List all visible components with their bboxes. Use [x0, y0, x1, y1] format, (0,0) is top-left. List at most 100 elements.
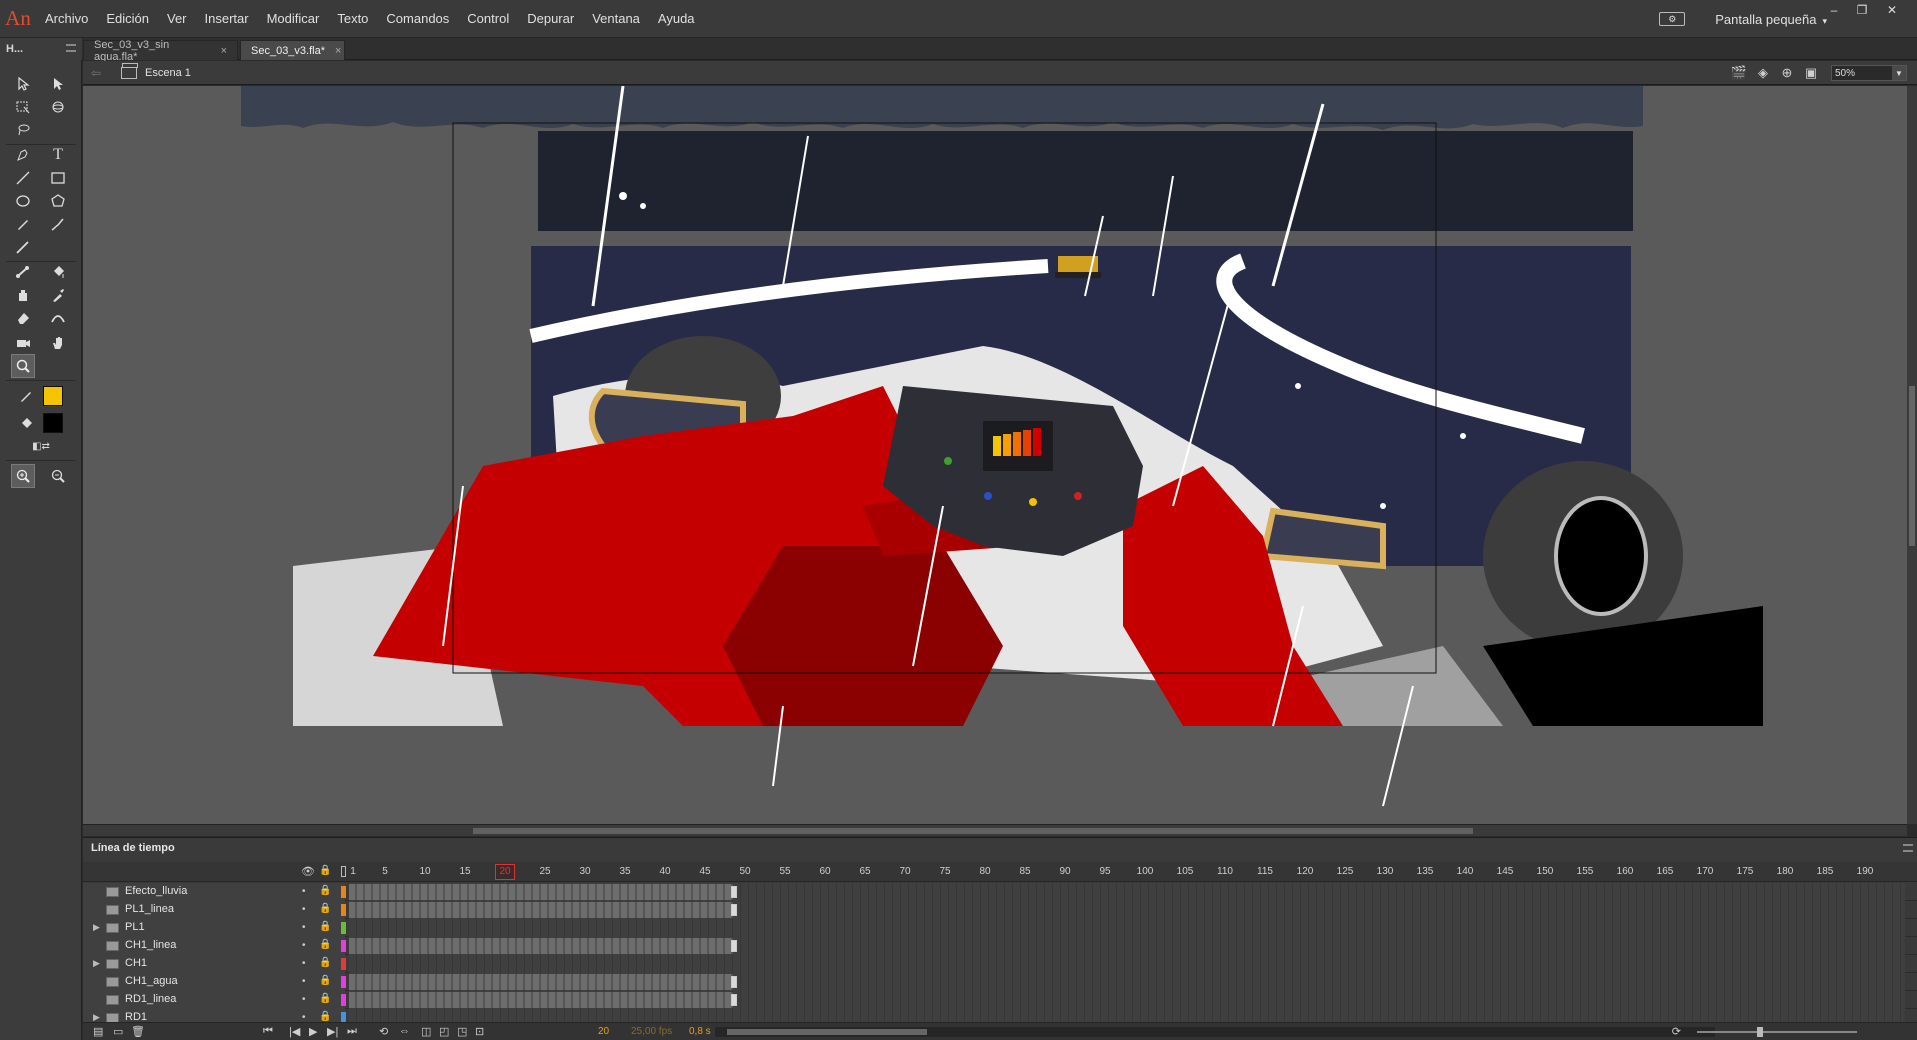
keyframe-span[interactable]	[349, 938, 733, 954]
timeline-zoom-slider[interactable]	[1697, 1027, 1857, 1037]
new-folder-icon[interactable]: ▭	[113, 1025, 123, 1038]
rectangle-icon[interactable]	[46, 166, 70, 190]
layer-name[interactable]: CH1_agua	[125, 975, 178, 987]
stage-area[interactable]	[83, 86, 1907, 824]
close-icon[interactable]: ×	[221, 45, 227, 57]
menu-comandos[interactable]: Comandos	[377, 0, 458, 38]
close-icon[interactable]: ×	[335, 45, 341, 57]
layer-name-cell[interactable]: RD1_linea • 🔒	[83, 991, 346, 1009]
text-icon[interactable]: T	[46, 143, 70, 167]
layer-name[interactable]: Efecto_lluvia	[125, 885, 187, 897]
menu-ventana[interactable]: Ventana	[583, 0, 649, 38]
zoom-in-icon[interactable]	[11, 464, 35, 488]
frames-track[interactable]	[349, 919, 1905, 937]
hand-icon[interactable]	[46, 331, 70, 355]
frames-track[interactable]	[349, 955, 1905, 973]
stage-vertical-scrollbar[interactable]	[1907, 86, 1917, 824]
lock-icon[interactable]: 🔒	[319, 885, 331, 896]
layer-name[interactable]: CH1_linea	[125, 939, 176, 951]
zoom-icon[interactable]	[11, 354, 35, 378]
keyframe-span[interactable]	[349, 992, 733, 1008]
menu-edicion[interactable]: Edición	[97, 0, 158, 38]
loop-icon[interactable]: ⟲	[379, 1025, 388, 1038]
expand-triangle-icon[interactable]: ▶	[93, 922, 100, 933]
layer-row[interactable]: RD1_linea • 🔒	[83, 991, 1917, 1009]
lasso-icon[interactable]	[11, 118, 35, 142]
end-frame-marker[interactable]	[731, 976, 737, 988]
tab-sec03-sin-agua[interactable]: Sec_03_v3_sin agua.fla* ×	[83, 39, 238, 63]
frames-track[interactable]	[349, 937, 1905, 955]
new-layer-icon[interactable]: ▤	[93, 1025, 103, 1038]
end-frame-marker[interactable]	[731, 940, 737, 952]
onion-skin-icon[interactable]: ◫	[421, 1025, 431, 1038]
stroke-color-swatch[interactable]	[43, 386, 63, 406]
layer-name-cell[interactable]: CH1_agua • 🔒	[83, 973, 346, 991]
visibility-dot-icon[interactable]: •	[302, 886, 306, 897]
layer-row[interactable]: ▶ CH1 • 🔒	[83, 955, 1917, 973]
free-transform-icon[interactable]	[11, 95, 35, 119]
layer-row[interactable]: Efecto_lluvia • 🔒	[83, 883, 1917, 901]
scene-name[interactable]: Escena 1	[145, 67, 191, 79]
brush-icon[interactable]	[46, 212, 70, 236]
visibility-dot-icon[interactable]: •	[302, 922, 306, 933]
menu-ayuda[interactable]: Ayuda	[649, 0, 704, 38]
end-frame-marker[interactable]	[731, 904, 737, 916]
fit-timeline-icon[interactable]: ⟳	[1672, 1025, 1681, 1038]
layer-row[interactable]: ▶ PL1 • 🔒	[83, 919, 1917, 937]
end-frame-marker[interactable]	[731, 886, 737, 898]
step-forward-icon[interactable]: ▶|	[327, 1025, 338, 1038]
frame-rate[interactable]: 25,00 fps	[631, 1026, 672, 1037]
layer-name[interactable]: PL1_linea	[125, 903, 174, 915]
frames-track[interactable]	[349, 883, 1905, 901]
lock-icon[interactable]: 🔒	[319, 903, 331, 914]
edit-scene-icon[interactable]: 🎬	[1727, 65, 1751, 81]
camera-icon[interactable]	[11, 331, 35, 355]
step-back-icon[interactable]: |◀	[289, 1025, 300, 1038]
eye-icon[interactable]: 👁	[301, 865, 315, 878]
menu-depurar[interactable]: Depurar	[518, 0, 583, 38]
layer-name-cell[interactable]: PL1_linea • 🔒	[83, 901, 346, 919]
pen-icon[interactable]	[11, 143, 35, 167]
layer-row[interactable]: CH1_agua • 🔒	[83, 973, 1917, 991]
first-frame-icon[interactable]: ⏮	[263, 1025, 273, 1038]
slider-knob[interactable]	[1757, 1027, 1763, 1037]
ink-bottle-icon[interactable]	[11, 283, 35, 307]
tools-panel-header[interactable]: H...	[0, 38, 82, 60]
layer-color-swatch[interactable]	[341, 976, 346, 988]
lock-icon[interactable]: 🔒	[319, 921, 331, 932]
zoom-select[interactable]: 50% ▼	[1831, 65, 1907, 81]
menu-modificar[interactable]: Modificar	[258, 0, 329, 38]
layer-color-swatch[interactable]	[341, 922, 346, 934]
menu-control[interactable]: Control	[458, 0, 518, 38]
selection-icon[interactable]	[11, 72, 35, 96]
visibility-dot-icon[interactable]: •	[302, 904, 306, 915]
oval-icon[interactable]	[11, 189, 35, 213]
playhead[interactable]: 20	[495, 864, 515, 880]
restore-button[interactable]: ❐	[1849, 2, 1875, 18]
tab-sec03-v3[interactable]: Sec_03_v3.fla* ×	[240, 40, 345, 60]
clip-content-icon[interactable]: ▣	[1799, 65, 1823, 81]
menu-insertar[interactable]: Insertar	[196, 0, 258, 38]
timeline-ruler[interactable]: 👁 🔒 151015202530354045505560657075808590…	[83, 862, 1917, 882]
eraser-icon[interactable]	[11, 306, 35, 330]
close-window-button[interactable]: ✕	[1879, 2, 1905, 18]
modify-markers-icon[interactable]: ⊡	[475, 1025, 484, 1038]
layer-row[interactable]: CH1_linea • 🔒	[83, 937, 1917, 955]
layer-name-cell[interactable]: ▶ CH1 • 🔒	[83, 955, 346, 973]
menu-texto[interactable]: Texto	[328, 0, 377, 38]
layer-color-swatch[interactable]	[341, 958, 346, 970]
layer-color-swatch[interactable]	[341, 904, 346, 916]
expand-triangle-icon[interactable]: ▶	[93, 958, 100, 969]
frames-track[interactable]	[349, 973, 1905, 991]
visibility-dot-icon[interactable]: •	[302, 958, 306, 969]
play-icon[interactable]: ▶	[309, 1025, 317, 1038]
keyframe-span[interactable]	[349, 884, 733, 900]
zoom-out-icon[interactable]	[46, 464, 70, 488]
scrollbar-thumb[interactable]	[1909, 386, 1915, 546]
eyedropper-icon[interactable]	[46, 283, 70, 307]
polystar-icon[interactable]	[46, 189, 70, 213]
frames-track[interactable]	[349, 901, 1905, 919]
layer-name[interactable]: RD1_linea	[125, 993, 176, 1005]
lock-icon[interactable]: 🔒	[319, 1011, 331, 1022]
onion-skin-outlines-icon[interactable]: ◰	[439, 1025, 449, 1038]
